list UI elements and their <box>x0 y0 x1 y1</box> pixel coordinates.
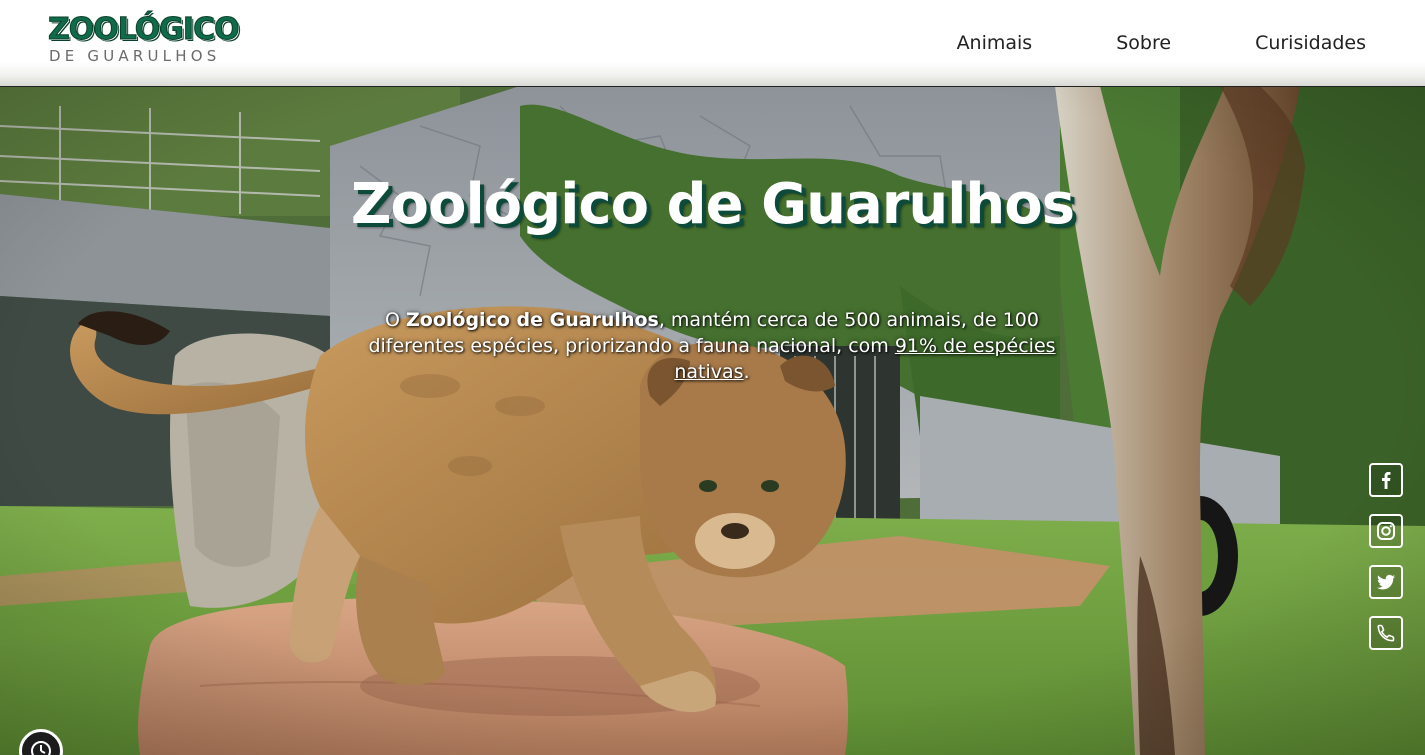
instagram-icon <box>1377 522 1395 540</box>
hero-description: O Zoológico de Guarulhos, mantém cerca d… <box>362 307 1062 385</box>
twitter-icon <box>1377 574 1395 590</box>
phone-button[interactable] <box>1369 616 1403 650</box>
clock-icon <box>31 741 51 755</box>
nav-curiosidades[interactable]: Curisidades <box>1255 30 1366 56</box>
page: ZOOLÓGICO DE GUARULHOS Animais Sobre Cur… <box>0 0 1425 755</box>
instagram-button[interactable] <box>1369 514 1403 548</box>
facebook-button[interactable] <box>1369 463 1403 497</box>
twitter-button[interactable] <box>1369 565 1403 599</box>
phone-icon <box>1377 624 1395 642</box>
hero-text-intro: O <box>385 309 406 331</box>
nav-animais[interactable]: Animais <box>957 30 1033 56</box>
facebook-icon <box>1382 472 1391 489</box>
hero-text-bold: Zoológico de Guarulhos <box>406 309 659 331</box>
logo-main-text: ZOOLÓGICO <box>48 12 241 47</box>
main-nav: Animais Sobre Curisidades <box>957 30 1366 56</box>
nav-sobre[interactable]: Sobre <box>1116 30 1171 56</box>
logo-sub-text: DE GUARULHOS <box>49 47 221 65</box>
social-links <box>1369 463 1403 667</box>
site-header: ZOOLÓGICO DE GUARULHOS Animais Sobre Cur… <box>0 0 1425 87</box>
hero-text-end: . <box>743 361 750 383</box>
hero-title: Zoológico de Guarulhos <box>350 172 1075 237</box>
logo[interactable]: ZOOLÓGICO DE GUARULHOS <box>48 12 253 68</box>
